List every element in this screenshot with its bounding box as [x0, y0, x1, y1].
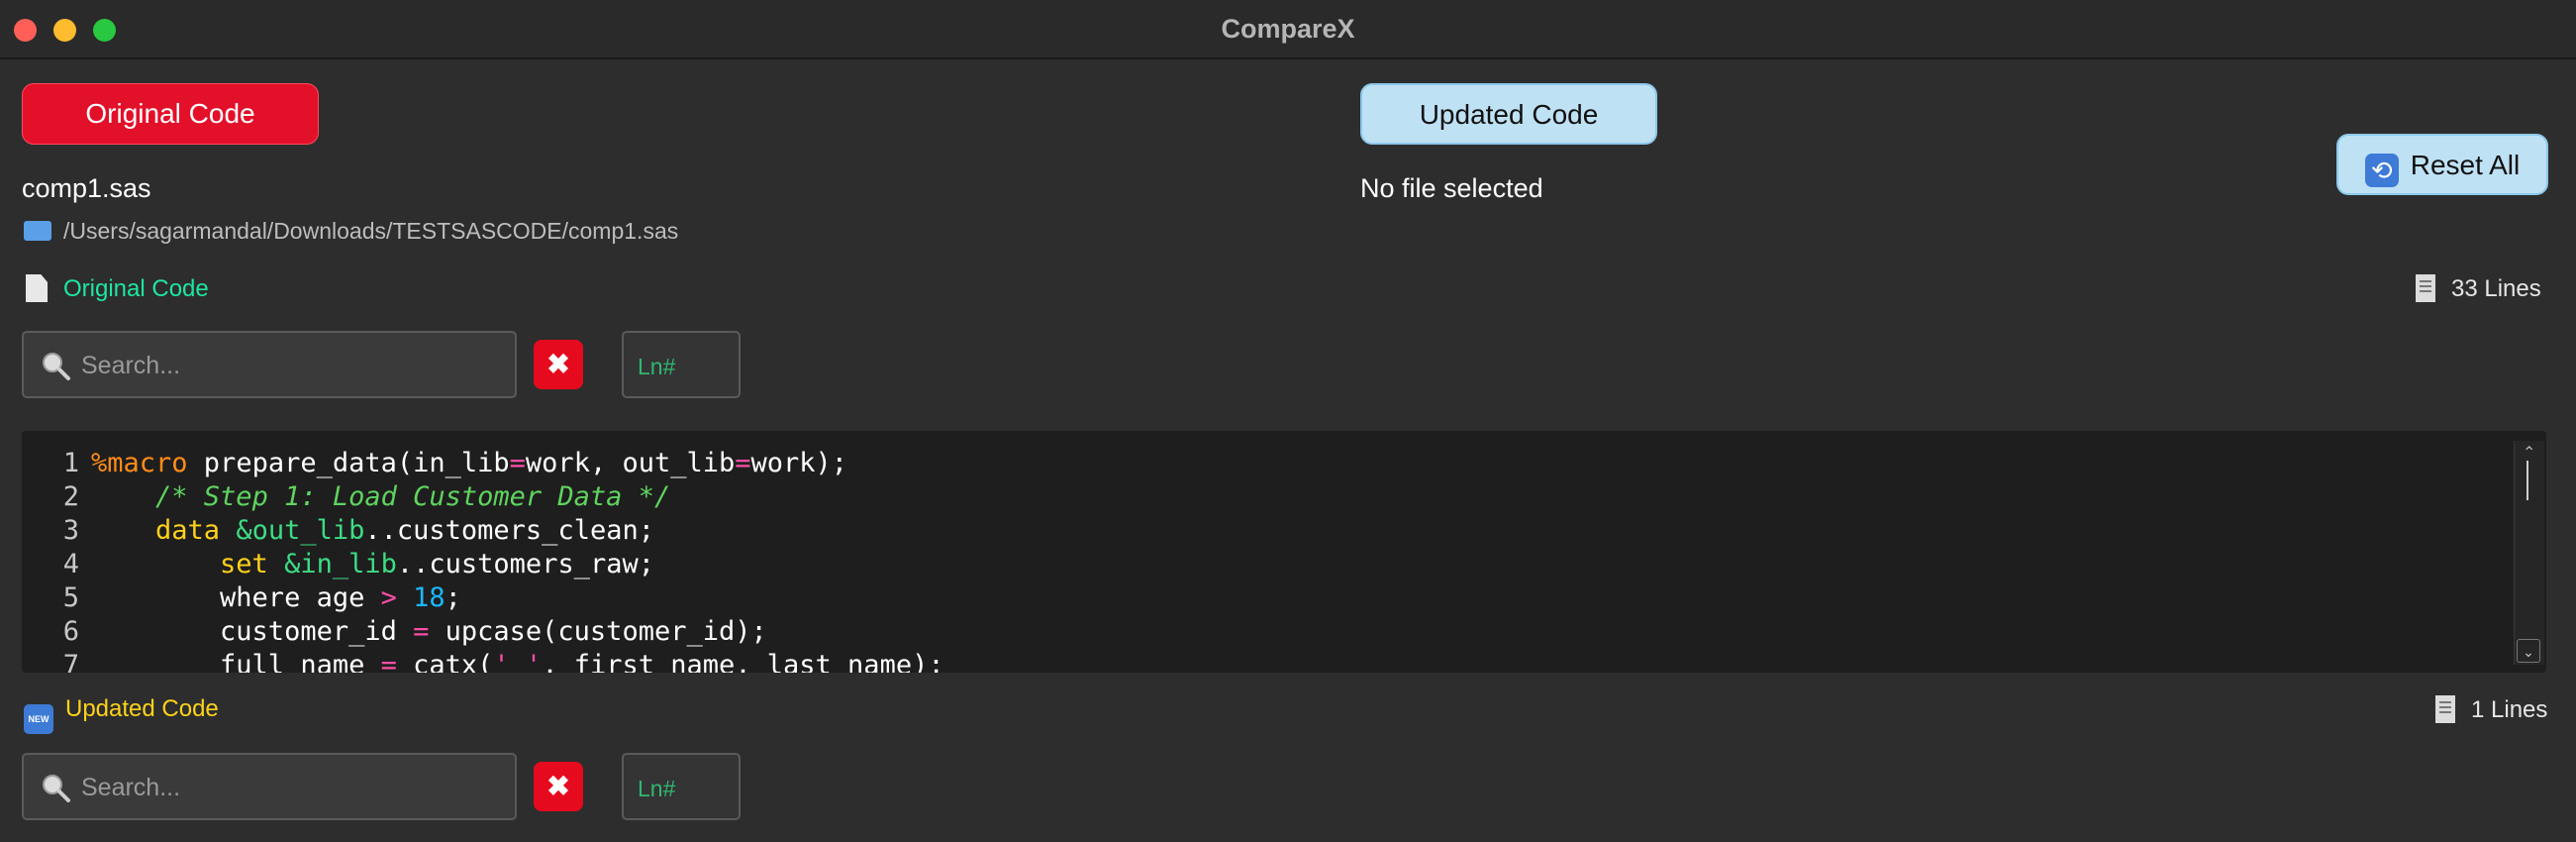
code-token: =: [735, 448, 751, 478]
original-file-name: comp1.sas: [22, 173, 151, 203]
updated-line-number-input[interactable]: [636, 771, 735, 806]
code-line: data &out_lib..customers_clean;: [91, 514, 944, 548]
line-number: 6: [62, 616, 79, 647]
code-token: upcase(customer_id);: [429, 616, 767, 647]
code-token: /* Step 1: Load Customer Data */: [155, 481, 671, 512]
code-token: work, out_lib: [525, 448, 736, 478]
line-number: 7: [62, 650, 79, 673]
window-title: CompareX: [1221, 14, 1355, 44]
code-line: full_name = catx(' ', first_name, last_n…: [91, 649, 944, 673]
code-token: %macro: [91, 448, 188, 478]
original-line-number-input[interactable]: [636, 349, 735, 384]
original-lines-count: 33 Lines: [2416, 274, 2541, 303]
reset-all-button[interactable]: ⟲ Reset All: [2336, 134, 2548, 195]
code-token: =: [509, 448, 526, 478]
original-search-box[interactable]: [22, 331, 517, 398]
code-token: >: [380, 582, 397, 613]
original-lines-count-text: 33 Lines: [2451, 275, 2541, 302]
scroll-thumb[interactable]: [2526, 461, 2528, 500]
code-token: ..customers_clean;: [364, 515, 654, 546]
code-token: &out_lib: [236, 515, 365, 546]
code-token: set: [220, 549, 268, 579]
updated-search-input[interactable]: [79, 769, 499, 806]
original-clear-search-button[interactable]: ✖: [534, 340, 583, 389]
original-search-input[interactable]: [79, 347, 499, 384]
code-token: 18: [413, 582, 446, 613]
line-number: 4: [62, 549, 79, 579]
line-number: 1: [62, 448, 79, 478]
code-scrollbar[interactable]: ⌃ ⌄: [2514, 441, 2544, 665]
code-line: set &in_lib..customers_raw;: [91, 548, 944, 581]
code-token: customer_id: [91, 616, 414, 647]
line-number: 3: [62, 515, 79, 546]
original-file-path: /Users/sagarmandal/Downloads/TESTSASCODE…: [24, 218, 678, 245]
receipt-icon: [2435, 695, 2455, 723]
load-updated-code-button[interactable]: Updated Code: [1360, 83, 1657, 145]
refresh-icon: ⟲: [2364, 154, 2399, 187]
original-line-number-box[interactable]: [622, 331, 741, 398]
code-token: , first_name, last_name);: [542, 650, 944, 673]
code-token: =: [413, 616, 430, 647]
code-content[interactable]: %macro prepare_data(in_lib=work, out_lib…: [91, 447, 944, 673]
code-token: full_name: [91, 650, 381, 673]
code-token: ..customers_raw;: [396, 549, 654, 579]
magnifier-icon: [43, 353, 70, 380]
code-token: prepare_data(in_lib: [187, 448, 510, 478]
line-number-gutter: 123456 7: [22, 447, 79, 673]
updated-lines-count: 1 Lines: [2435, 695, 2547, 724]
new-badge-icon: NEW: [24, 704, 53, 734]
magnifier-icon: [43, 775, 70, 802]
reset-all-label: Reset All: [2410, 150, 2521, 180]
code-line: where age > 18;: [91, 581, 944, 615]
original-file-path-text: /Users/sagarmandal/Downloads/TESTSASCODE…: [63, 218, 679, 244]
original-code-label-text: Original Code: [63, 275, 209, 302]
updated-code-label-text: Updated Code: [65, 695, 219, 722]
folder-icon: [24, 221, 51, 241]
code-token: ' ': [493, 650, 543, 673]
scroll-down-arrow-icon[interactable]: ⌄: [2517, 639, 2540, 663]
code-token: catx(: [396, 650, 494, 673]
code-token: =: [380, 650, 397, 673]
code-line: %macro prepare_data(in_lib=work, out_lib…: [91, 447, 944, 480]
updated-clear-search-button[interactable]: ✖: [534, 762, 583, 811]
code-token: work);: [750, 448, 848, 478]
code-token: ;: [445, 582, 461, 613]
updated-lines-count-text: 1 Lines: [2471, 696, 2548, 723]
code-line: /* Step 1: Load Customer Data */: [91, 480, 944, 514]
updated-search-box[interactable]: [22, 753, 517, 820]
line-number: 5: [62, 582, 79, 613]
updated-line-number-box[interactable]: [622, 753, 741, 820]
original-code-section-label: Original Code: [26, 274, 209, 303]
receipt-icon: [2416, 274, 2435, 302]
code-line: customer_id = upcase(customer_id);: [91, 615, 944, 649]
code-token: data: [155, 515, 221, 546]
load-original-code-button[interactable]: Original Code: [22, 83, 319, 145]
document-icon: [26, 274, 48, 302]
code-token: &in_lib: [284, 549, 397, 579]
title-bar: CompareX: [0, 0, 2576, 59]
original-code-editor[interactable]: 1234567 %macro prepare_data(in_lib=work,…: [22, 431, 2546, 673]
updated-file-name: No file selected: [1360, 173, 1543, 203]
code-token: where age: [91, 582, 381, 613]
updated-code-section-label: NEW Updated Code: [24, 695, 219, 734]
line-number: 2: [62, 481, 79, 512]
scroll-up-arrow-icon[interactable]: ⌃: [2523, 443, 2538, 463]
